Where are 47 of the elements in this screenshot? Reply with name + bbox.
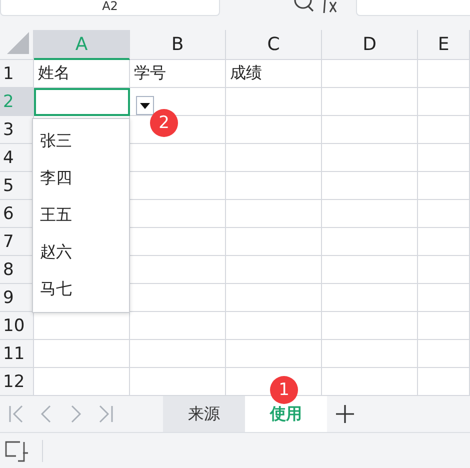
row-header[interactable]: 12	[0, 368, 34, 396]
table-cell	[418, 256, 470, 284]
dropdown-item[interactable]: 赵六	[33, 234, 129, 271]
table-cell	[418, 116, 470, 144]
search-icon[interactable]	[292, 0, 314, 14]
dropdown-item[interactable]: 李四	[33, 160, 129, 197]
dropdown-button[interactable]	[136, 96, 154, 115]
dropdown-item[interactable]: 马七	[33, 271, 129, 308]
table-cell: 姓名	[34, 60, 130, 88]
dropdown-item[interactable]: 张三	[33, 123, 129, 160]
row-header[interactable]: 7	[0, 228, 34, 256]
caret-icon	[140, 102, 150, 108]
first-sheet-icon[interactable]	[8, 405, 24, 423]
function-icon[interactable]	[322, 0, 338, 14]
last-sheet-icon[interactable]	[98, 405, 114, 423]
active-cell[interactable]	[34, 88, 130, 116]
table-cell	[418, 172, 470, 200]
column-header[interactable]: B	[130, 30, 226, 60]
table-cell	[418, 200, 470, 228]
table-cell: 成绩	[226, 60, 322, 88]
column-header[interactable]: C	[226, 30, 322, 60]
column-header[interactable]: D	[322, 30, 418, 60]
row-header[interactable]: 3	[0, 116, 34, 144]
table-cell: 学号	[130, 60, 226, 88]
column-header[interactable]: E	[418, 30, 470, 60]
sheet-tab[interactable]: 来源	[163, 396, 245, 432]
add-sheet-icon[interactable]	[335, 404, 355, 424]
select-all-corner[interactable]	[0, 30, 34, 60]
row-header[interactable]: 4	[0, 144, 34, 172]
table-cell	[418, 312, 470, 340]
table-cell	[418, 228, 470, 256]
table-cell	[418, 60, 470, 88]
table-cell	[418, 340, 470, 368]
name-box[interactable]: A2	[0, 0, 220, 16]
row-header[interactable]: 1	[0, 60, 34, 88]
row-header[interactable]: 5	[0, 172, 34, 200]
formula-field[interactable]	[356, 0, 470, 16]
table-cell	[418, 284, 470, 312]
row-header[interactable]: 11	[0, 340, 34, 368]
dropdown-item[interactable]: 王五	[33, 197, 129, 234]
row-header[interactable]: 6	[0, 200, 34, 228]
table-cell	[418, 144, 470, 172]
table-cell	[418, 88, 470, 116]
row-header[interactable]: 8	[0, 256, 34, 284]
row-header[interactable]: 9	[0, 284, 34, 312]
row-header[interactable]: 10	[0, 312, 34, 340]
macro-icon[interactable]	[4, 438, 28, 462]
